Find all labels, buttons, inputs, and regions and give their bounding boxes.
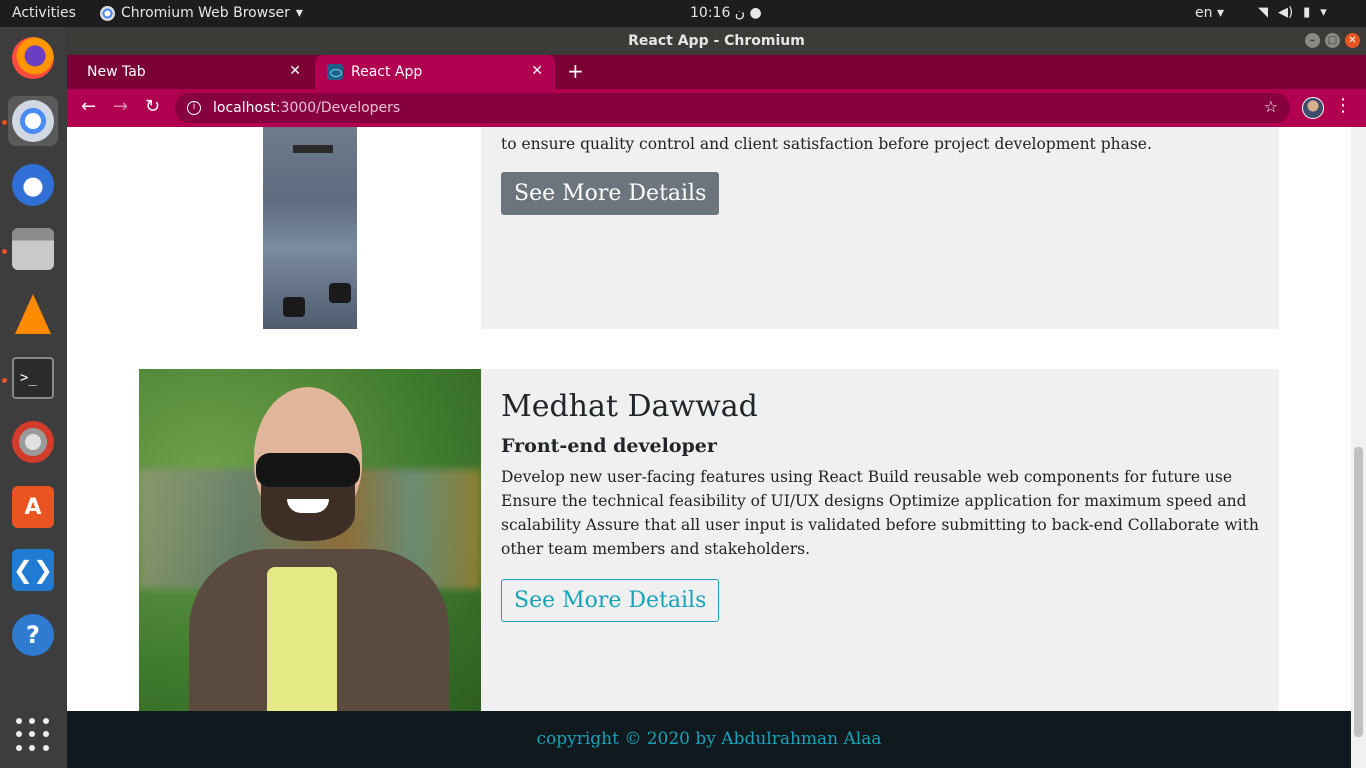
close-tab-icon[interactable]: ✕ [531,63,543,79]
page-scrollbar[interactable] [1351,127,1366,768]
dock-thunderbird[interactable] [8,160,58,210]
chevron-down-icon: ▾ [1320,5,1327,20]
url-path: :3000/Developers [275,100,401,116]
developer-card: to ensure quality control and client sat… [139,127,1279,329]
tab-react-app[interactable]: React App ✕ [315,55,555,89]
back-arrow-icon[interactable]: ← [81,96,96,117]
files-icon [12,228,54,270]
show-applications-button[interactable] [8,710,58,760]
developer-name: Medhat Dawwad [501,389,758,424]
browser-toolbar: ← → ↻ i localhost:3000/Developers ☆ ⋮ [67,89,1366,127]
chevron-down-icon: ▾ [295,5,303,21]
running-indicator [2,120,7,125]
close-window-button[interactable]: ✕ [1345,33,1360,48]
profile-avatar[interactable] [1302,97,1324,119]
maximize-button[interactable]: □ [1325,33,1340,48]
activities-button[interactable]: Activities [12,5,76,21]
developer-card-body: Medhat Dawwad Front-end developer Develo… [481,369,1279,711]
react-favicon-icon [327,64,343,80]
firefox-icon [12,37,54,79]
developer-card-body: to ensure quality control and client sat… [481,127,1279,329]
see-more-details-button[interactable]: See More Details [501,172,720,215]
thunderbird-icon [12,164,54,206]
app-menu[interactable]: Chromium Web Browser ▾ [100,5,303,21]
battery-icon: ▮ [1303,5,1311,20]
site-info-icon[interactable]: i [187,101,201,115]
wifi-icon: ◥ [1258,5,1268,20]
terminal-icon: >_ [12,357,54,399]
window-title: React App - Chromium [628,33,805,49]
tab-label: New Tab [87,64,146,80]
new-tab-button[interactable]: + [567,59,584,83]
copyright-text: copyright © 2020 by Abdulrahman Alaa [536,729,882,749]
developer-photo [139,369,481,711]
vscode-icon: ❮❯ [12,549,54,591]
tab-strip: New Tab ✕ React App ✕ + [67,55,1366,89]
dock-firefox[interactable] [8,33,58,83]
window-controls: – □ ✕ [1305,33,1360,48]
dock-terminal[interactable]: >_ [8,353,58,403]
page-viewport: to ensure quality control and client sat… [67,127,1351,768]
show-apps-icon [16,718,50,752]
help-icon: ? [12,614,54,656]
developer-role: Front-end developer [501,435,717,457]
chromium-icon [100,5,115,21]
reload-icon[interactable]: ↻ [145,96,160,117]
browser-window: React App - Chromium – □ ✕ New Tab ✕ Rea… [67,27,1366,768]
running-indicator [2,249,7,254]
dock-chromium[interactable] [8,96,58,146]
forward-arrow-icon[interactable]: → [113,96,128,117]
system-top-bar: Activities Chromium Web Browser ▾ 10:16 … [0,0,1366,27]
dock-vlc[interactable] [8,289,58,339]
clock-label: 10:16 ن [690,5,746,21]
dock-help[interactable]: ? [8,610,58,660]
dock-software[interactable]: A [8,482,58,532]
language-label: en [1195,5,1213,21]
see-more-details-button[interactable]: See More Details [501,579,720,622]
dock-files[interactable] [8,224,58,274]
bookmark-star-icon[interactable]: ☆ [1264,97,1278,116]
developer-description: to ensure quality control and client sat… [501,135,1152,153]
photo-detail [293,145,333,153]
menu-kebab-icon[interactable]: ⋮ [1334,95,1352,116]
tab-label: React App [351,64,423,80]
volume-icon: ◀) [1278,5,1294,20]
address-bar[interactable]: i localhost:3000/Developers [175,93,1290,123]
photo-detail [267,567,337,711]
vlc-icon [15,294,51,334]
photo-detail [329,283,351,303]
software-store-icon: A [12,486,54,528]
dock-tools[interactable] [8,417,58,467]
close-tab-icon[interactable]: ✕ [289,63,301,79]
page-footer: copyright © 2020 by Abdulrahman Alaa [67,711,1351,768]
minimize-button[interactable]: – [1305,33,1320,48]
developer-card: Medhat Dawwad Front-end developer Develo… [139,369,1279,711]
tab-new-tab[interactable]: New Tab ✕ [67,55,313,89]
dock-vscode[interactable]: ❮❯ [8,545,58,595]
language-indicator[interactable]: en ▾ [1195,5,1224,21]
app-menu-label: Chromium Web Browser [121,5,290,21]
system-tray[interactable]: ◥ ◀) ▮ ▾ [1258,5,1327,20]
settings-tools-icon [12,421,54,463]
clock[interactable]: 10:16 ن ● [690,5,762,21]
chromium-icon [12,100,54,142]
photo-detail [256,453,360,487]
developer-description: Develop new user-facing features using R… [501,468,1259,558]
url-host: localhost [213,100,276,116]
dock: >_ A ❮❯ ? [0,27,67,768]
photo-detail [283,297,305,317]
window-titlebar[interactable]: React App - Chromium – □ ✕ [67,27,1366,55]
scrollbar-thumb[interactable] [1354,447,1363,737]
developer-photo [263,127,357,329]
running-indicator [2,378,7,383]
